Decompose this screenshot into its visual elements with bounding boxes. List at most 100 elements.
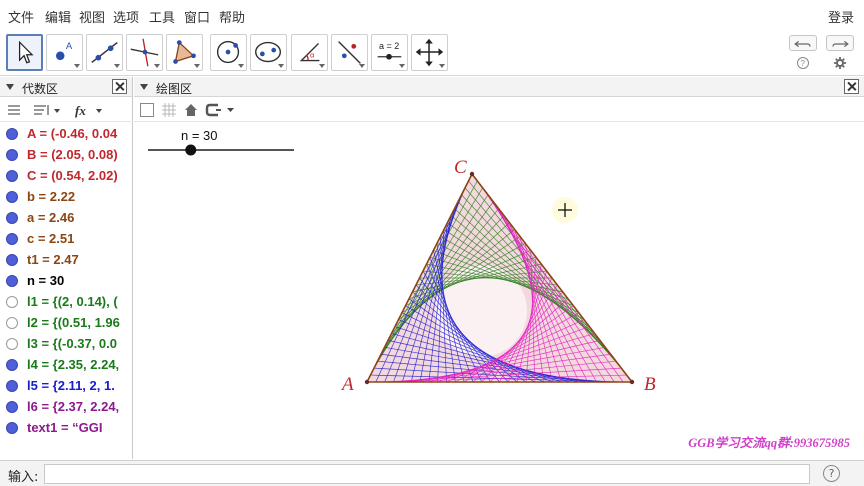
graphics-view-header: 绘图区	[134, 77, 864, 97]
undo-button[interactable]	[789, 35, 817, 51]
move-view-tool-button[interactable]	[411, 34, 448, 71]
svg-text:fx: fx	[75, 103, 86, 118]
point-C[interactable]	[469, 171, 475, 177]
home-icon[interactable]	[183, 102, 199, 118]
line-tool-button[interactable]	[86, 34, 123, 71]
visibility-toggle-icon[interactable]	[6, 338, 18, 350]
point-capturing-icon[interactable]	[204, 102, 238, 118]
algebra-item[interactable]: b = 2.22	[0, 187, 132, 208]
point-label-B: B	[644, 374, 656, 395]
algebra-item-text: a = 2.46	[27, 210, 75, 225]
visibility-toggle-icon[interactable]	[6, 275, 18, 287]
login-button[interactable]: 登录	[828, 7, 854, 26]
input-help-icon[interactable]: ?	[823, 465, 840, 482]
perpendicular-tool-button[interactable]	[126, 34, 163, 71]
visibility-toggle-icon[interactable]	[6, 191, 18, 203]
graphics-style-bar	[134, 98, 864, 122]
angle-tool-button[interactable]: α	[291, 34, 328, 71]
algebra-item[interactable]: l2 = {(0.51, 1.96	[0, 313, 132, 334]
slider-knob[interactable]	[185, 144, 197, 156]
help-circle-icon[interactable]: ?	[796, 56, 810, 70]
algebra-item[interactable]: l1 = {(2, 0.14), (	[0, 292, 132, 313]
visibility-toggle-icon[interactable]	[6, 233, 18, 245]
point-tool-button[interactable]: A	[46, 34, 83, 71]
menu-tools[interactable]: 工具	[149, 7, 175, 26]
point-B[interactable]	[629, 379, 635, 385]
algebra-view: 代数区 fx A = (-0.46, 0.04 B = (2.05, 0.08) C…	[0, 77, 133, 459]
menu-window[interactable]: 窗口	[184, 7, 210, 26]
visibility-toggle-icon[interactable]	[6, 317, 18, 329]
algebra-view-header: 代数区	[0, 77, 132, 97]
reflect-tool-button[interactable]	[331, 34, 368, 71]
sort-by-icon[interactable]	[32, 102, 62, 118]
geogebra-window: 文件 编辑 视图 选项 工具 窗口 帮助 登录 A α a = 2 ? 代数区 …	[0, 0, 864, 486]
polygon-tool-button[interactable]	[166, 34, 203, 71]
algebra-item[interactable]: l5 = {2.11, 2, 1.	[0, 376, 132, 397]
input-field[interactable]	[44, 464, 810, 484]
undo-icon	[794, 40, 811, 48]
lines-menu-icon[interactable]	[6, 102, 22, 118]
algebra-item-list: A = (-0.46, 0.04 B = (2.05, 0.08) C = (0.5…	[0, 124, 132, 459]
slider-tool-label: a = 2	[379, 41, 400, 51]
point-label-A: A	[340, 374, 354, 395]
algebra-item[interactable]: B = (2.05, 0.08)	[0, 145, 132, 166]
point-label-C: C	[454, 157, 467, 178]
algebra-item-text: l3 = {(-0.37, 0.0	[27, 336, 117, 351]
function-fx-icon[interactable]: fx	[74, 102, 106, 118]
graphics-canvas[interactable]: A B Cn = 30 GGB学习交流qq群:993675985	[134, 123, 864, 459]
graphics-view-title: 绘图区	[156, 82, 193, 96]
conic-tool-button[interactable]	[250, 34, 287, 71]
algebra-item[interactable]: c = 2.51	[0, 229, 132, 250]
algebra-item[interactable]: l6 = {2.37, 2.24,	[0, 397, 132, 418]
slider-tool-button[interactable]: a = 2	[371, 34, 408, 71]
algebra-item[interactable]: n = 30	[0, 271, 132, 292]
menu-options[interactable]: 选项	[113, 7, 139, 26]
algebra-item-text: c = 2.51	[27, 231, 75, 246]
point-A[interactable]	[364, 379, 370, 385]
cursor-arrow-icon	[18, 40, 34, 64]
move-tool-button[interactable]	[6, 34, 43, 71]
visibility-toggle-icon[interactable]	[6, 170, 18, 182]
algebra-item-text: l4 = {2.35, 2.24,	[27, 357, 120, 372]
menu-help[interactable]: 帮助	[219, 7, 245, 26]
visibility-toggle-icon[interactable]	[6, 128, 18, 140]
algebra-item[interactable]: text1 = “GGI	[0, 418, 132, 439]
algebra-item[interactable]: a = 2.46	[0, 208, 132, 229]
menu-file[interactable]: 文件	[8, 7, 34, 26]
visibility-toggle-icon[interactable]	[6, 296, 18, 308]
graphics-view: 绘图区 A B Cn = 30 GGB学习交流qq群:993675985	[134, 77, 864, 459]
algebra-item-text: n = 30	[27, 273, 65, 288]
visibility-toggle-icon[interactable]	[6, 401, 18, 413]
close-algebra-view-icon[interactable]	[112, 79, 127, 94]
show-grid-icon[interactable]	[161, 102, 177, 118]
menu-edit[interactable]: 编辑	[45, 7, 71, 26]
visibility-toggle-icon[interactable]	[6, 422, 18, 434]
visibility-toggle-icon[interactable]	[6, 359, 18, 371]
algebra-item[interactable]: C = (0.54, 2.02)	[0, 166, 132, 187]
algebra-item-text: A = (-0.46, 0.04	[27, 126, 118, 141]
svg-text:α: α	[310, 51, 315, 60]
visibility-toggle-icon[interactable]	[6, 212, 18, 224]
menu-bar: 文件 编辑 视图 选项 工具 窗口 帮助 登录	[0, 0, 864, 30]
algebra-item[interactable]: t1 = 2.47	[0, 250, 132, 271]
visibility-toggle-icon[interactable]	[6, 254, 18, 266]
algebra-item[interactable]: l4 = {2.35, 2.24,	[0, 355, 132, 376]
close-graphics-view-icon[interactable]	[844, 79, 859, 94]
circle-tool-button[interactable]	[210, 34, 247, 71]
input-bar: 输入: ?	[0, 460, 864, 486]
algebra-item[interactable]: A = (-0.46, 0.04	[0, 124, 132, 145]
svg-text:?: ?	[801, 59, 806, 68]
settings-gear-icon[interactable]	[833, 56, 847, 70]
show-axes-icon[interactable]	[139, 102, 155, 118]
redo-button[interactable]	[826, 35, 854, 51]
redo-icon	[832, 40, 849, 48]
visibility-toggle-icon[interactable]	[6, 149, 18, 161]
collapse-arrow-icon[interactable]	[140, 84, 148, 90]
algebra-item-text: l6 = {2.37, 2.24,	[27, 399, 120, 414]
watermark-text: GGB学习交流qq群:993675985	[688, 436, 850, 450]
visibility-toggle-icon[interactable]	[6, 380, 18, 392]
menu-view[interactable]: 视图	[79, 7, 105, 26]
algebra-item[interactable]: l3 = {(-0.37, 0.0	[0, 334, 132, 355]
collapse-arrow-icon[interactable]	[6, 84, 14, 90]
algebra-item-text: text1 = “GGI	[27, 420, 103, 435]
